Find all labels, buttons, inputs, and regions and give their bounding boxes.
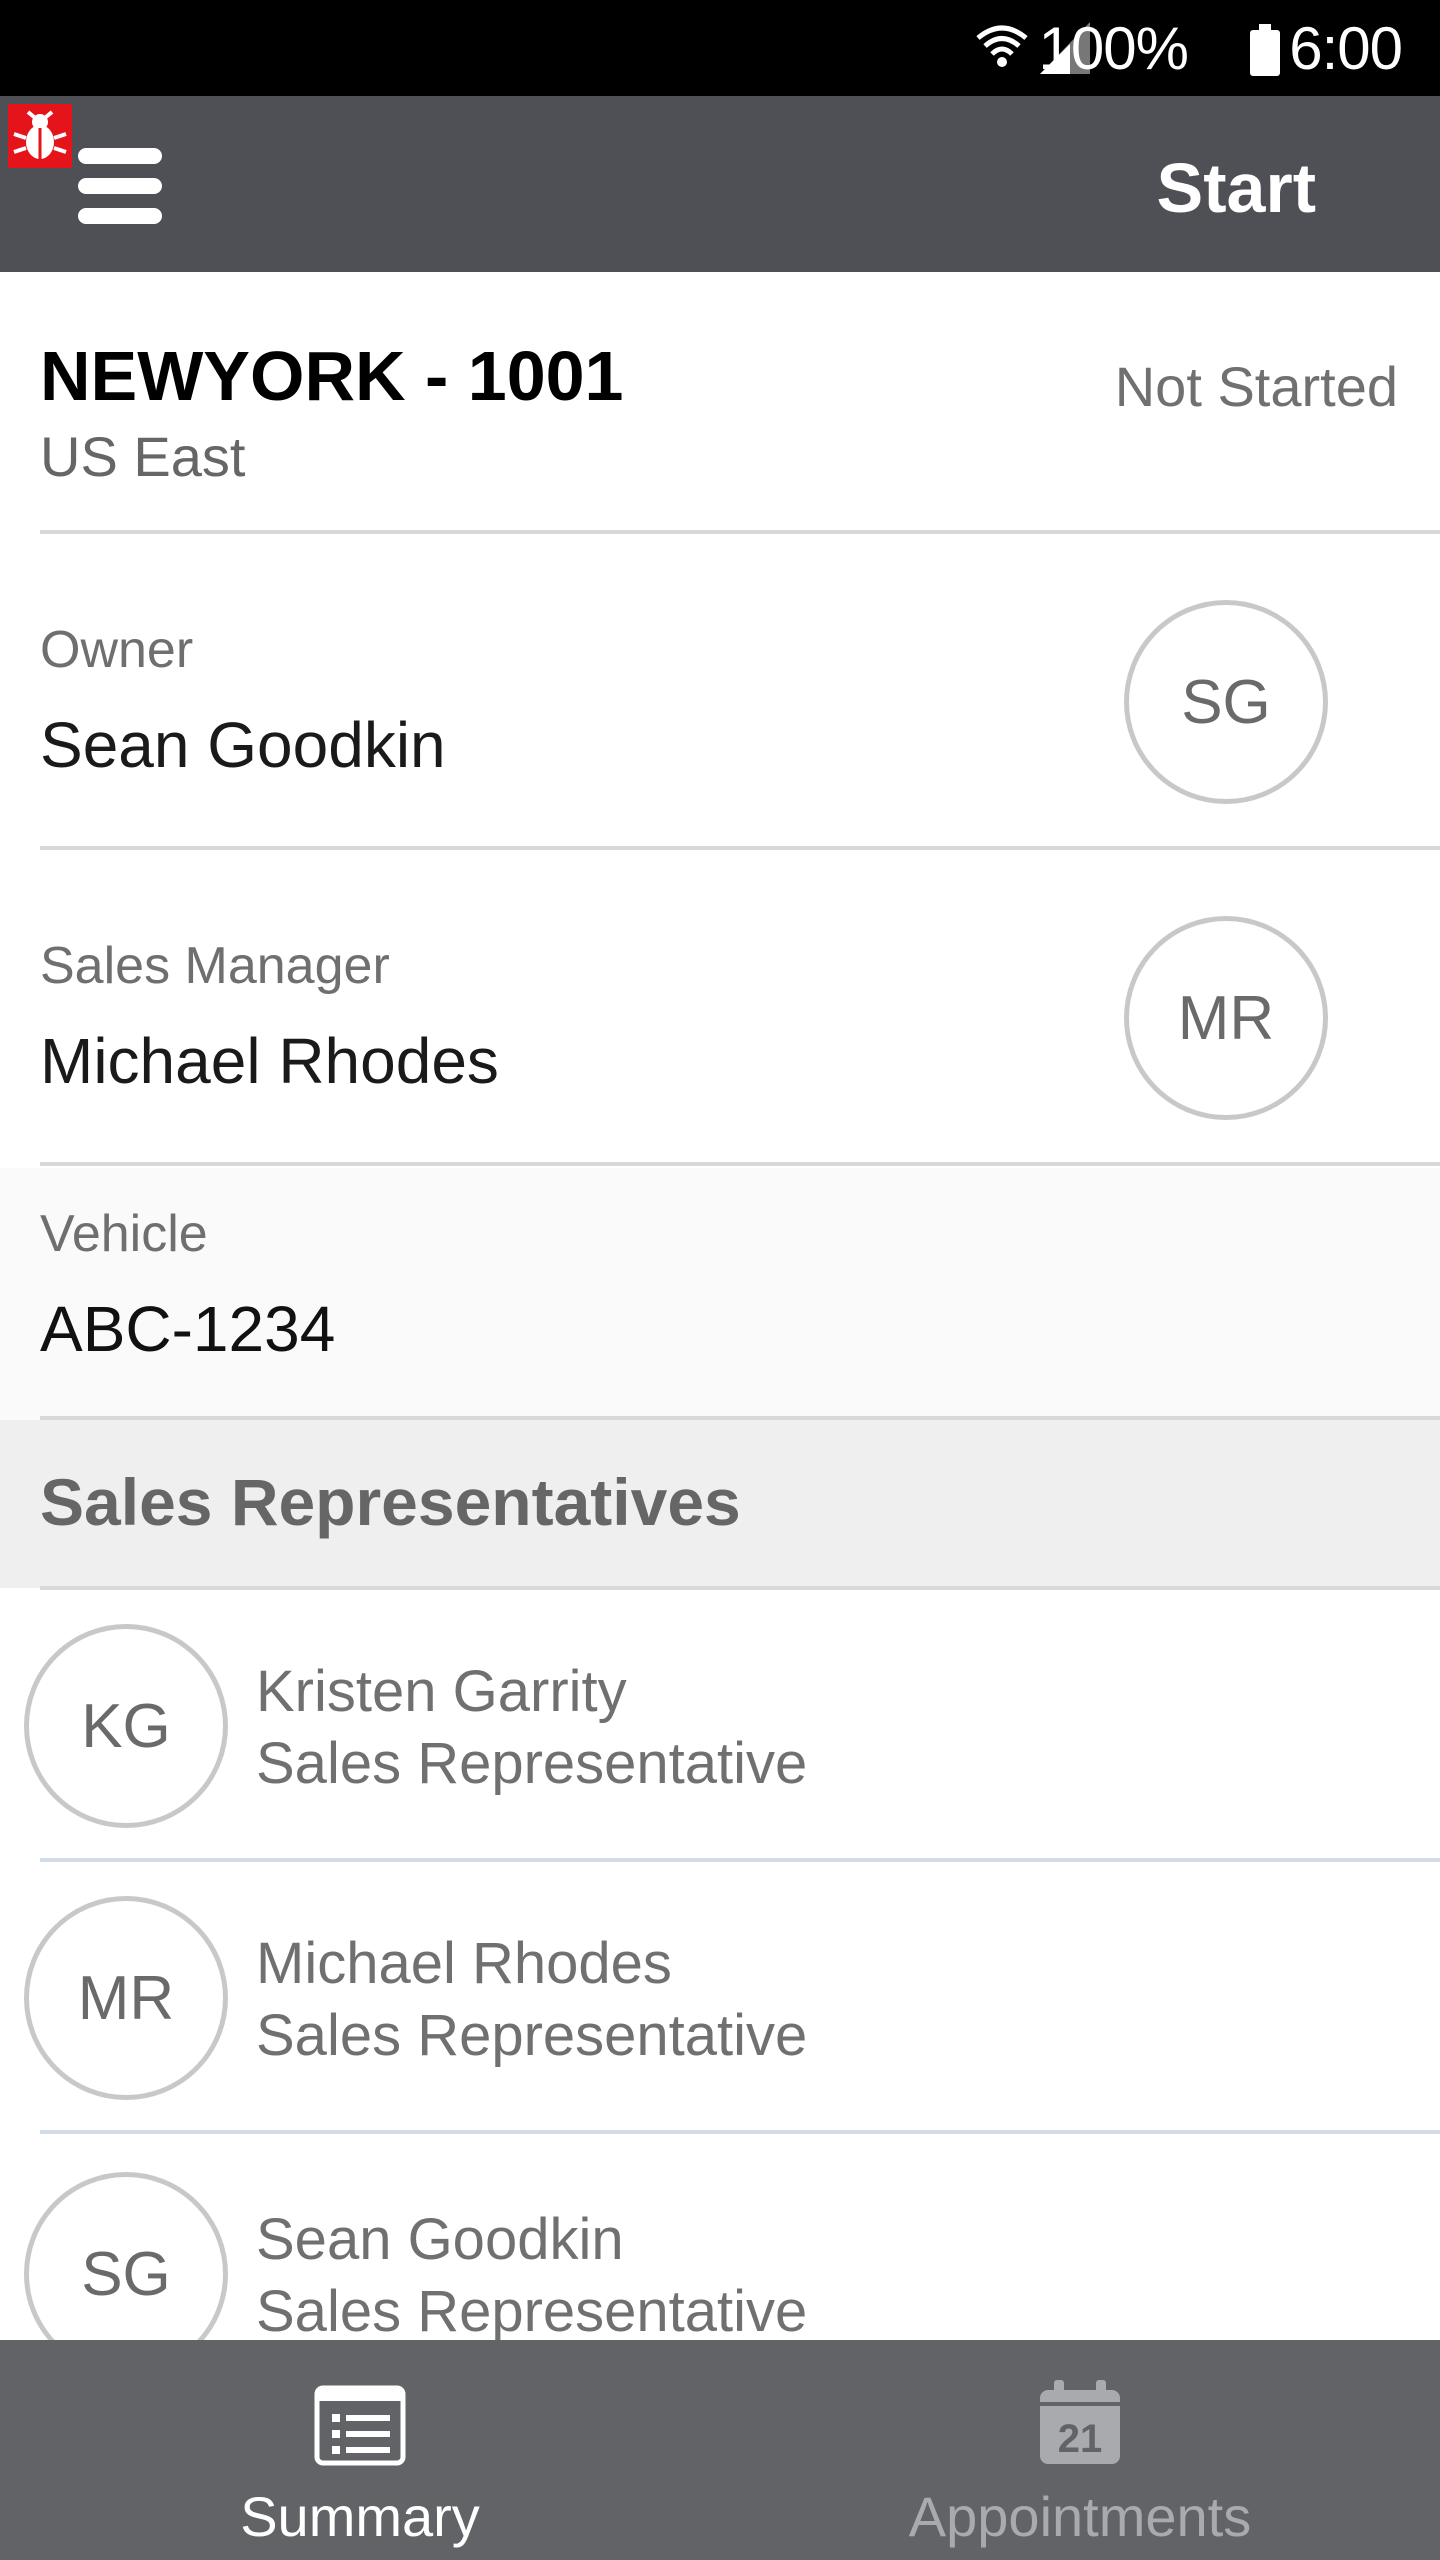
sales-reps-header: Sales Representatives — [0, 1420, 1440, 1588]
vehicle-row: Vehicle ABC-1234 — [0, 1168, 1440, 1420]
rep-avatar: KG — [24, 1624, 228, 1828]
start-button[interactable]: Start — [1157, 148, 1316, 228]
bottom-tab-bar: Summary 21 Appointments — [0, 2340, 1440, 2560]
sales-manager-label: Sales Manager — [40, 937, 390, 995]
store-region: US East — [40, 425, 246, 488]
clock: 6:00 — [1289, 15, 1403, 82]
app-bar: Start — [0, 96, 1440, 272]
calendar-icon: 21 — [1040, 2380, 1120, 2464]
store-name: NEWYORK - 1001 — [40, 337, 624, 415]
tab-summary-label: Summary — [240, 2485, 480, 2548]
owner-label: Owner — [40, 621, 194, 679]
list-item[interactable]: KG Kristen Garrity Sales Representative — [0, 1590, 1440, 1858]
rep-name: Kristen Garrity — [256, 1659, 627, 1724]
wifi-icon — [976, 25, 1028, 67]
rep-role: Sales Representative — [256, 2279, 808, 2344]
vehicle-label: Vehicle — [40, 1205, 208, 1263]
bug-icon[interactable] — [8, 104, 72, 168]
owner-name: Sean Goodkin — [40, 709, 446, 781]
owner-avatar[interactable]: SG — [1124, 600, 1328, 804]
sales-manager-avatar[interactable]: MR — [1124, 916, 1328, 1120]
rep-name: Michael Rhodes — [256, 1931, 672, 1996]
tab-appointments-label: Appointments — [908, 2485, 1252, 2548]
owner-row[interactable]: Owner Sean Goodkin SG — [0, 534, 1440, 848]
rep-role: Sales Representative — [256, 1731, 808, 1796]
status-bar: 100% 6:00 — [0, 0, 1440, 96]
calendar-day: 21 — [1058, 2417, 1103, 2461]
list-icon — [314, 2385, 406, 2466]
section-title: Sales Representatives — [40, 1465, 741, 1539]
tab-summary[interactable]: Summary — [0, 2340, 720, 2560]
status-badge: Not Started — [1114, 355, 1398, 418]
rep-role: Sales Representative — [256, 2003, 808, 2068]
tab-appointments[interactable]: 21 Appointments — [720, 2340, 1440, 2560]
battery-icon — [1250, 24, 1280, 76]
divider — [40, 1162, 1440, 1166]
vehicle-value: ABC-1234 — [40, 1293, 336, 1365]
sales-manager-name: Michael Rhodes — [40, 1025, 499, 1097]
rep-name: Sean Goodkin — [256, 2207, 624, 2272]
rep-avatar: MR — [24, 1896, 228, 2100]
sales-manager-row[interactable]: Sales Manager Michael Rhodes MR — [0, 850, 1440, 1164]
menu-button[interactable] — [78, 148, 162, 224]
battery-percent: 100% — [1038, 15, 1189, 82]
list-item[interactable]: MR Michael Rhodes Sales Representative — [0, 1862, 1440, 2130]
